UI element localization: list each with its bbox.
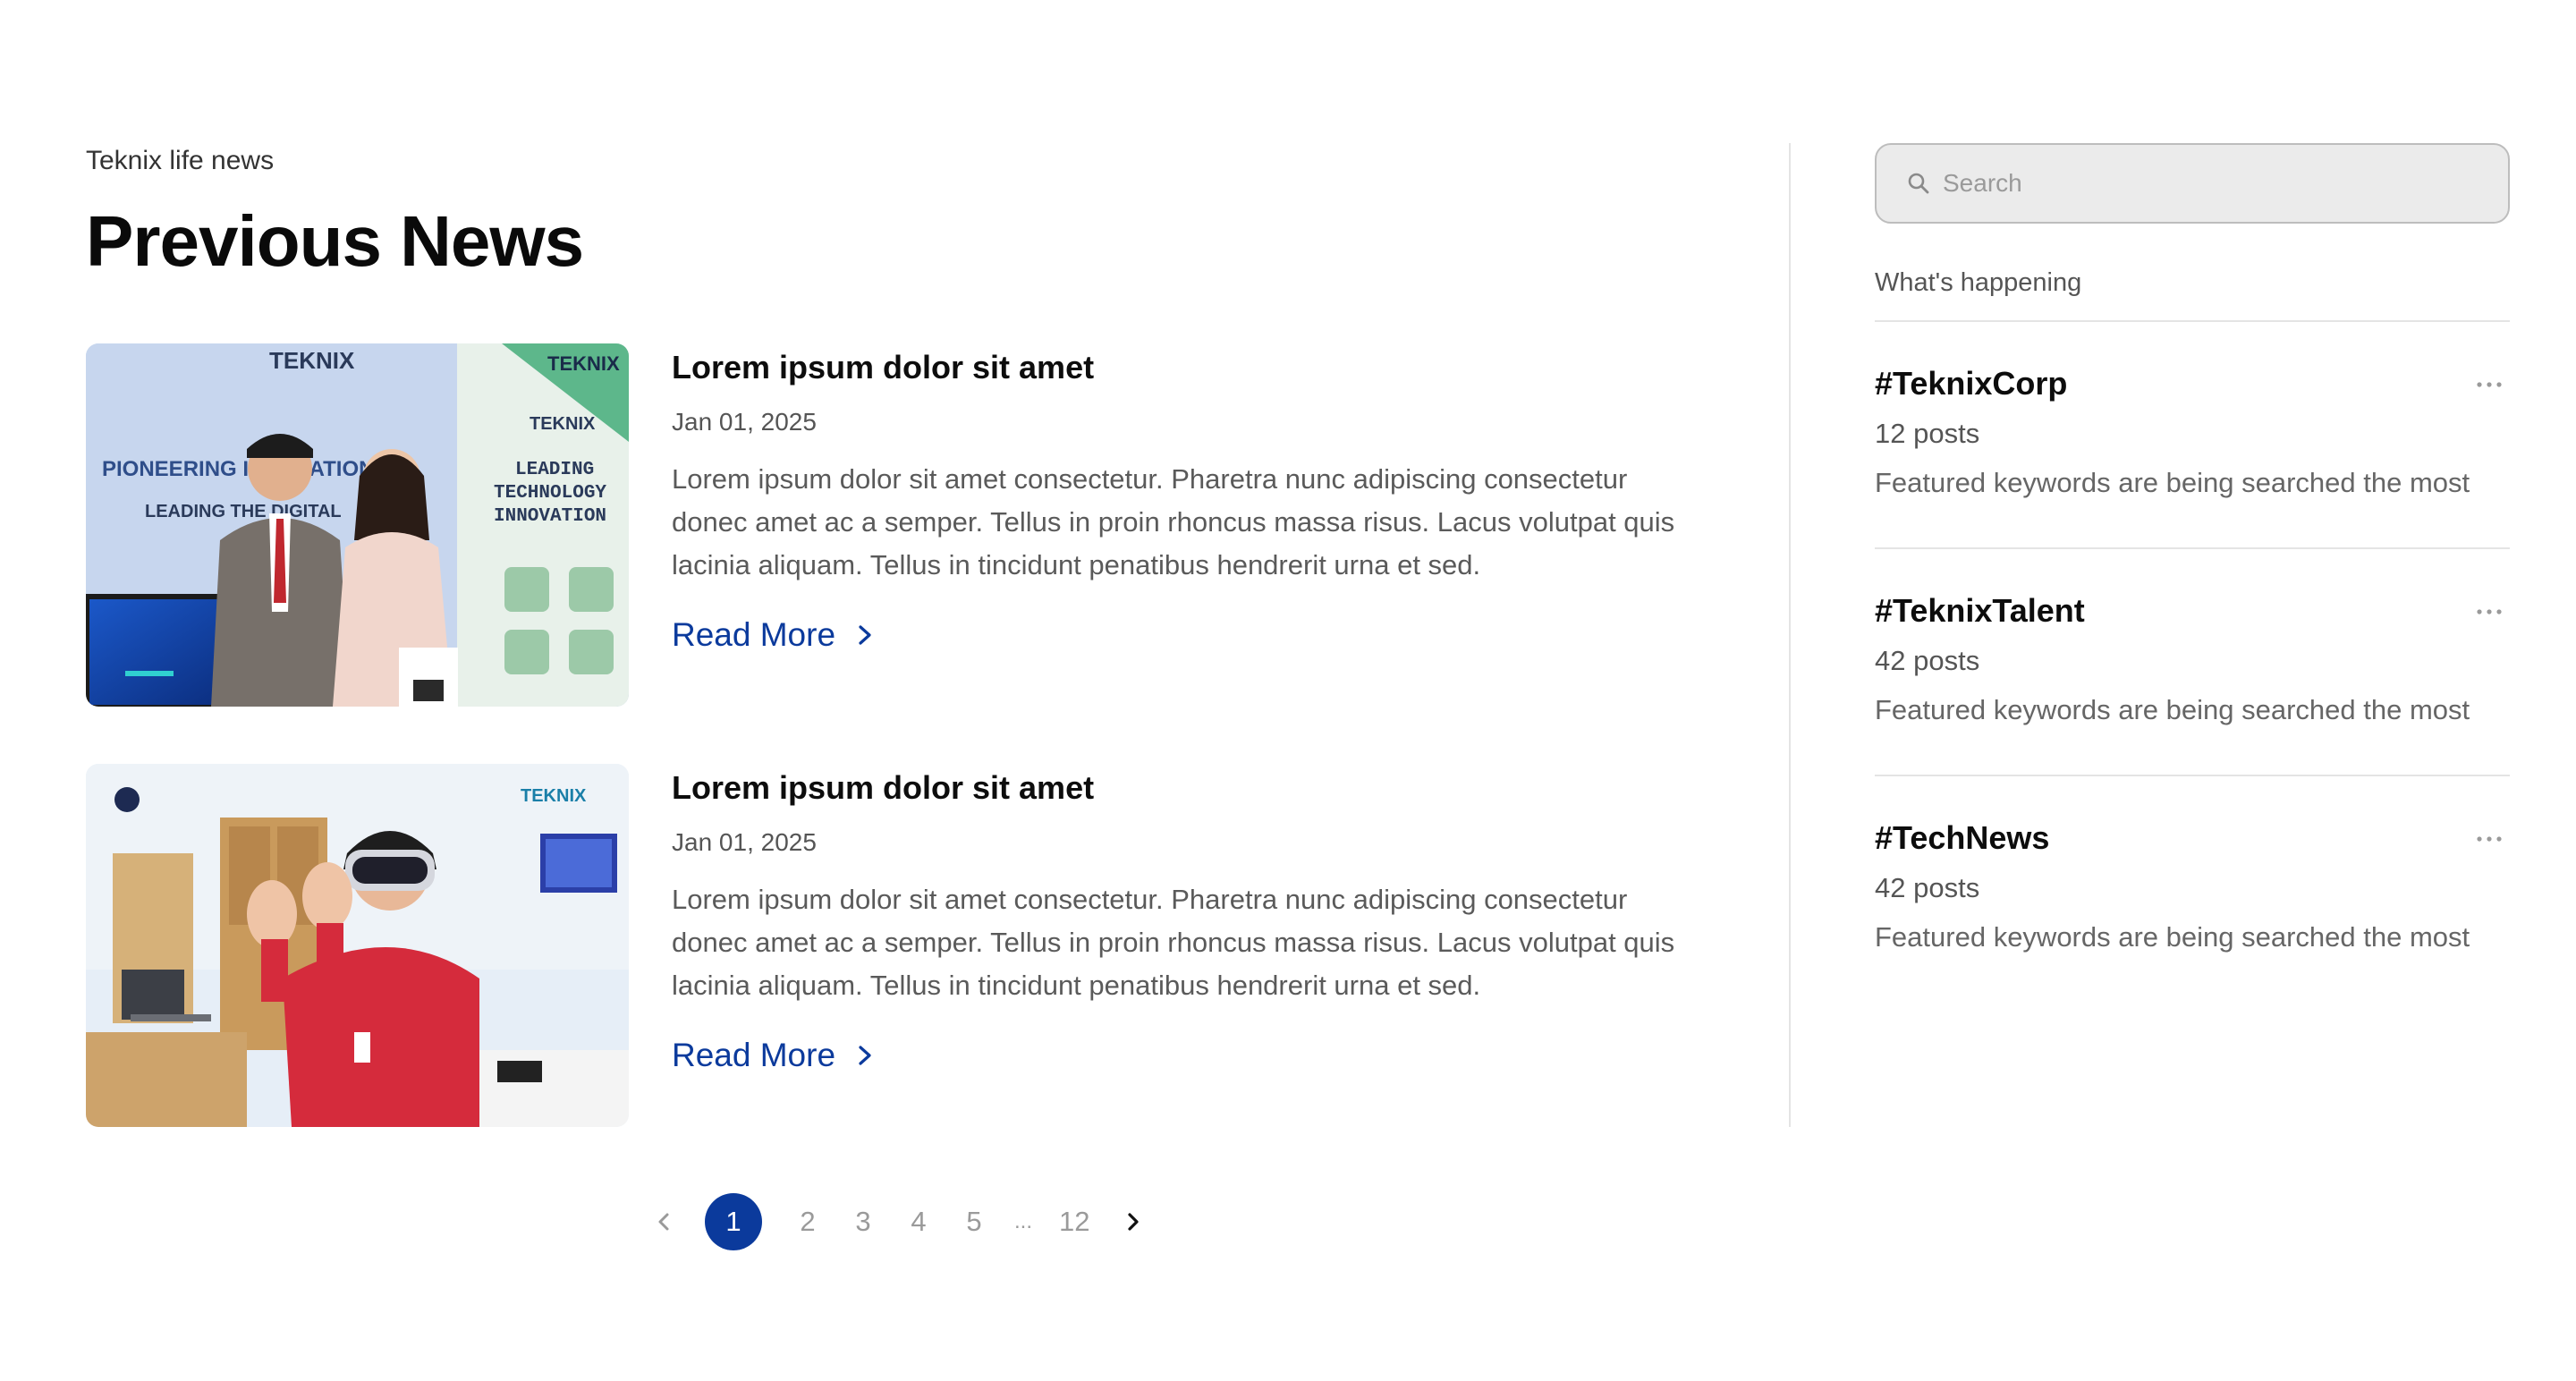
page-button-current[interactable]: 1 [705,1193,762,1250]
photo-banner-right-1: LEADING [515,460,594,480]
page-button[interactable]: 5 [961,1206,987,1238]
next-page-button[interactable] [1105,1193,1162,1250]
news-card: TEKNIX Lorem ipsum dolor sit amet Jan 01… [86,764,1714,1127]
page-title: Previous News [86,201,584,281]
page-button[interactable]: 3 [850,1206,877,1238]
trend-post-count: 12 posts [1875,418,1980,449]
read-more-link[interactable]: Read More [672,1034,873,1077]
chevron-right-icon [1127,1213,1139,1231]
photo-banner-text-2: LEADING THE DIGITAL [145,502,342,521]
news-thumbnail-vr-photo[interactable]: TEKNIX [86,764,629,1127]
trend-description: Featured keywords are being searched the… [1875,467,2470,498]
news-thumbnail-event-photo[interactable]: TEKNIX PIONEERING INNOVATIONS LEADING TH… [86,343,629,707]
trend-description: Featured keywords are being searched the… [1875,921,2470,953]
read-more-label: Read More [672,1037,836,1073]
trend-item[interactable]: #TechNews 42 posts Featured keywords are… [1875,776,2510,1002]
read-more-label: Read More [672,616,836,653]
news-excerpt: Lorem ipsum dolor sit amet consectetur. … [672,463,1675,580]
trend-hashtag[interactable]: #TeknixCorp [1875,363,2510,404]
page-button[interactable]: 4 [905,1206,932,1238]
news-body: Lorem ipsum dolor sit amet Jan 01, 2025 … [672,764,1700,1127]
chevron-right-icon [859,1046,871,1065]
trend-post-count: 42 posts [1875,872,1980,903]
photo-banner-text-1: PIONEERING INNOVATIONS [102,457,388,481]
trend-hashtag[interactable]: #TechNews [1875,818,2510,859]
news-date: Jan 01, 2025 [672,828,817,856]
sidebar: What's happening #TeknixCorp 12 posts Fe… [1875,143,2510,1002]
trend-hashtag[interactable]: #TeknixTalent [1875,590,2510,631]
photo-banner-right-2: TECHNOLOGY [494,483,606,504]
more-horizontal-icon[interactable] [2476,608,2503,615]
more-horizontal-icon[interactable] [2476,381,2503,388]
svg-text:TEKNIX: TEKNIX [530,414,596,434]
column-divider [1789,143,1791,1127]
read-more-link[interactable]: Read More [672,614,873,657]
prev-page-button[interactable] [635,1193,692,1250]
page-button-last[interactable]: 12 [1059,1206,1089,1238]
page-button[interactable]: 2 [794,1206,821,1238]
whats-happening-label: What's happening [1875,265,2510,322]
section-eyebrow: Teknix life news [86,146,275,175]
search-box[interactable] [1875,143,2510,224]
search-icon [1908,173,1929,194]
trend-item[interactable]: #TeknixTalent 42 posts Featured keywords… [1875,549,2510,776]
pagination: 1 2 3 4 5 ... 12 [635,1193,1162,1250]
news-body: Lorem ipsum dolor sit amet Jan 01, 2025 … [672,343,1700,707]
trend-item[interactable]: #TeknixCorp 12 posts Featured keywords a… [1875,322,2510,549]
news-card: TEKNIX PIONEERING INNOVATIONS LEADING TH… [86,343,1714,707]
news-date: Jan 01, 2025 [672,408,817,436]
news-excerpt: Lorem ipsum dolor sit amet consectetur. … [672,884,1675,1001]
search-input[interactable] [1943,169,2479,198]
news-title[interactable]: Lorem ipsum dolor sit amet [672,767,1700,809]
trend-description: Featured keywords are being searched the… [1875,694,2470,725]
svg-text:TEKNIX: TEKNIX [547,352,620,375]
photo-logo-text: TEKNIX [269,347,355,374]
news-list: TEKNIX PIONEERING INNOVATIONS LEADING TH… [86,343,1714,1127]
trend-post-count: 42 posts [1875,645,1980,676]
chevron-right-icon [859,625,871,645]
event-photo-image: TEKNIX PIONEERING INNOVATIONS LEADING TH… [86,343,629,707]
page-ellipsis: ... [1014,1209,1033,1233]
photo-logo-text: TEKNIX [521,786,587,806]
chevron-left-icon [658,1213,669,1231]
news-title[interactable]: Lorem ipsum dolor sit amet [672,347,1700,388]
photo-banner-right-3: INNOVATION [494,506,606,527]
vr-photo-image: TEKNIX [86,764,629,1127]
more-horizontal-icon[interactable] [2476,835,2503,843]
news-section: Teknix life news Previous News TEKNIX PI… [86,143,1714,1184]
